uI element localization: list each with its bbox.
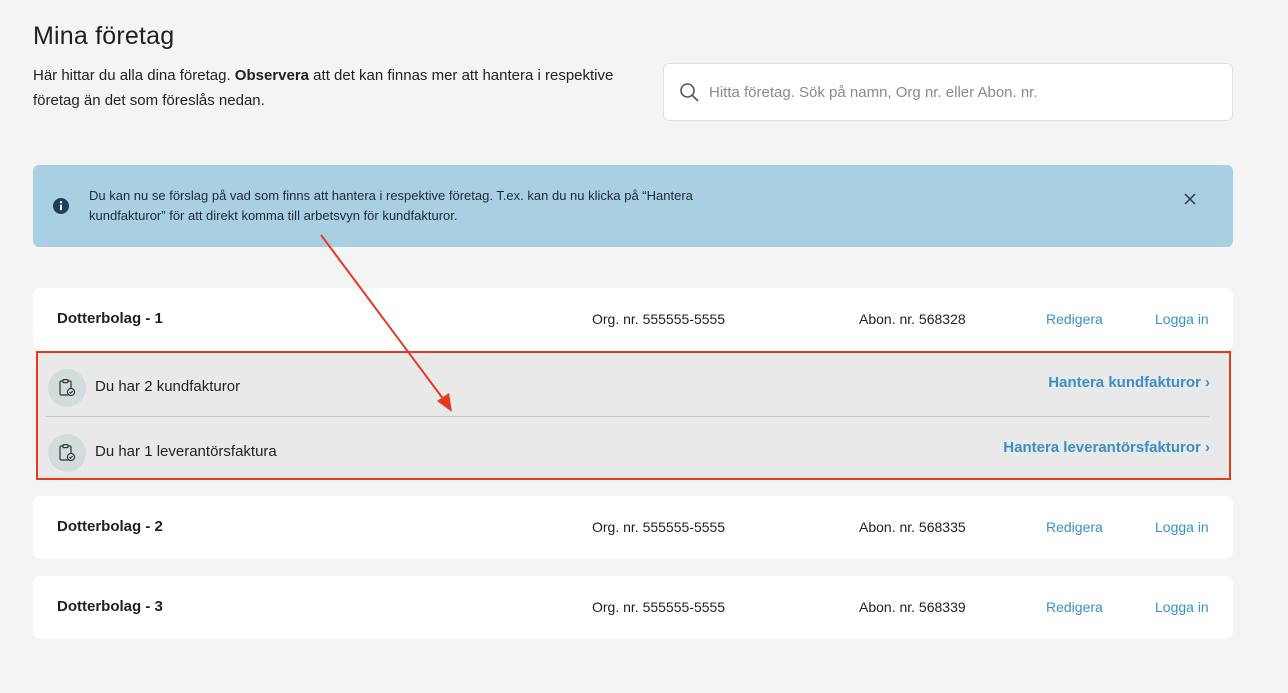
manage-supplier-invoices-link[interactable]: Hantera leverantörsfakturor › (1003, 439, 1210, 456)
suggestion-text: Du har 2 kundfakturor (95, 378, 241, 395)
company-card: Dotterbolag - 3 Org. nr. 555555-5555 Abo… (33, 576, 1233, 639)
subscription-number: Abon. nr. 568335 (859, 519, 966, 535)
info-banner-text: Du kan nu se förslag på vad som finns at… (89, 188, 693, 223)
manage-customer-invoices-link[interactable]: Hantera kundfakturor › (1048, 374, 1210, 391)
login-link[interactable]: Logga in (1155, 599, 1209, 615)
org-number: Org. nr. 555555-5555 (592, 519, 726, 535)
company-name: Dotterbolag - 1 (57, 310, 163, 327)
intro-text-start: Här hittar du alla dina företag. (33, 67, 235, 84)
login-link[interactable]: Logga in (1155, 311, 1209, 327)
org-number: Org. nr. 555555-5555 (592, 599, 726, 615)
company-card: Dotterbolag - 1 Org. nr. 555555-5555 Abo… (33, 288, 1233, 351)
close-icon (1184, 193, 1196, 205)
company-name: Dotterbolag - 3 (57, 598, 163, 615)
search-input[interactable] (709, 83, 1209, 101)
edit-link[interactable]: Redigera (1046, 311, 1103, 327)
login-link[interactable]: Logga in (1155, 519, 1209, 535)
clipboard-check-icon (48, 369, 86, 407)
subscription-number: Abon. nr. 568339 (859, 599, 966, 615)
company-search[interactable] (663, 63, 1233, 121)
company-card: Dotterbolag - 2 Org. nr. 555555-5555 Abo… (33, 496, 1233, 559)
intro-emphasis: Observera (234, 67, 310, 84)
edit-link[interactable]: Redigera (1046, 599, 1103, 615)
info-icon (53, 198, 69, 214)
subscription-number: Abon. nr. 568328 (859, 311, 966, 327)
page-title: Mina företag (33, 22, 175, 50)
suggestions-panel: Du har 2 kundfakturor Hantera kundfaktur… (36, 351, 1231, 480)
company-name: Dotterbolag - 2 (57, 518, 163, 535)
edit-link[interactable]: Redigera (1046, 519, 1103, 535)
org-number: Org. nr. 555555-5555 (592, 311, 726, 327)
suggestion-row: Du har 2 kundfakturor Hantera kundfaktur… (46, 353, 1210, 417)
page-intro: Här hittar du alla dina företag. Observe… (33, 63, 633, 113)
close-banner-button[interactable] (1180, 189, 1200, 209)
info-banner: Du kan nu se förslag på vad som finns at… (33, 165, 1233, 247)
search-icon (680, 83, 699, 102)
suggestion-row: Du har 1 leverantörsfaktura Hantera leve… (46, 417, 1210, 481)
clipboard-check-icon (48, 434, 86, 472)
suggestion-text: Du har 1 leverantörsfaktura (95, 443, 277, 460)
